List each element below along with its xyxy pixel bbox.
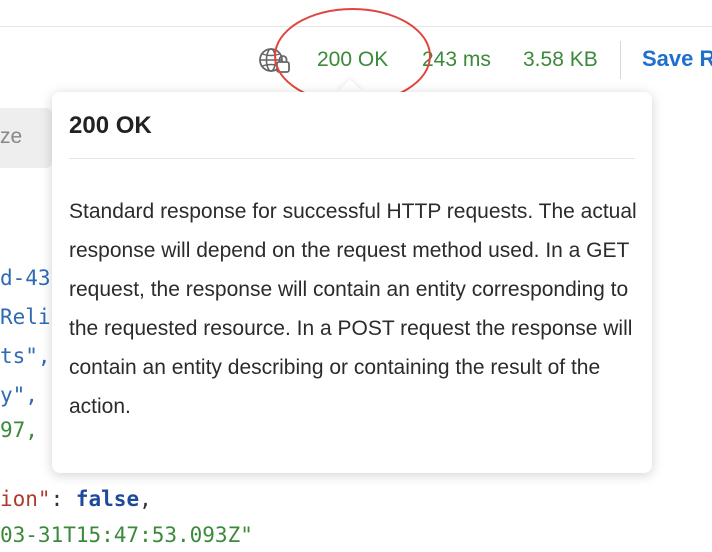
save-response-button[interactable]: Save R xyxy=(642,46,712,72)
code-line-boolean: ion": false, xyxy=(0,487,152,511)
left-tab-label: ze xyxy=(0,125,23,148)
response-time[interactable]: 243 ms xyxy=(422,48,491,72)
status-code[interactable]: 200 OK xyxy=(317,48,388,72)
popover-description: Standard response for successful HTTP re… xyxy=(69,200,637,418)
response-status-bar: 200 OK 243 ms 3.58 KB Save R xyxy=(0,27,712,91)
left-tab[interactable]: ze xyxy=(0,108,52,168)
code-line: ts", xyxy=(0,344,51,368)
json-comma: , xyxy=(139,487,152,511)
json-colon: : xyxy=(50,487,76,511)
code-line: y", xyxy=(0,383,38,407)
json-boolean-value: false xyxy=(75,487,140,511)
json-key: ion" xyxy=(0,487,51,511)
response-size[interactable]: 3.58 KB xyxy=(523,48,598,72)
status-tooltip-popover: 200 OK Standard response for successful … xyxy=(52,92,652,473)
code-line-date: 03-31T15:47:53.093Z" xyxy=(0,523,253,547)
code-line: 97, xyxy=(0,418,38,442)
popover-divider xyxy=(69,158,635,159)
globe-lock-icon[interactable] xyxy=(258,46,292,76)
popover-title: 200 OK xyxy=(69,112,152,139)
toolbar-divider xyxy=(620,41,621,79)
